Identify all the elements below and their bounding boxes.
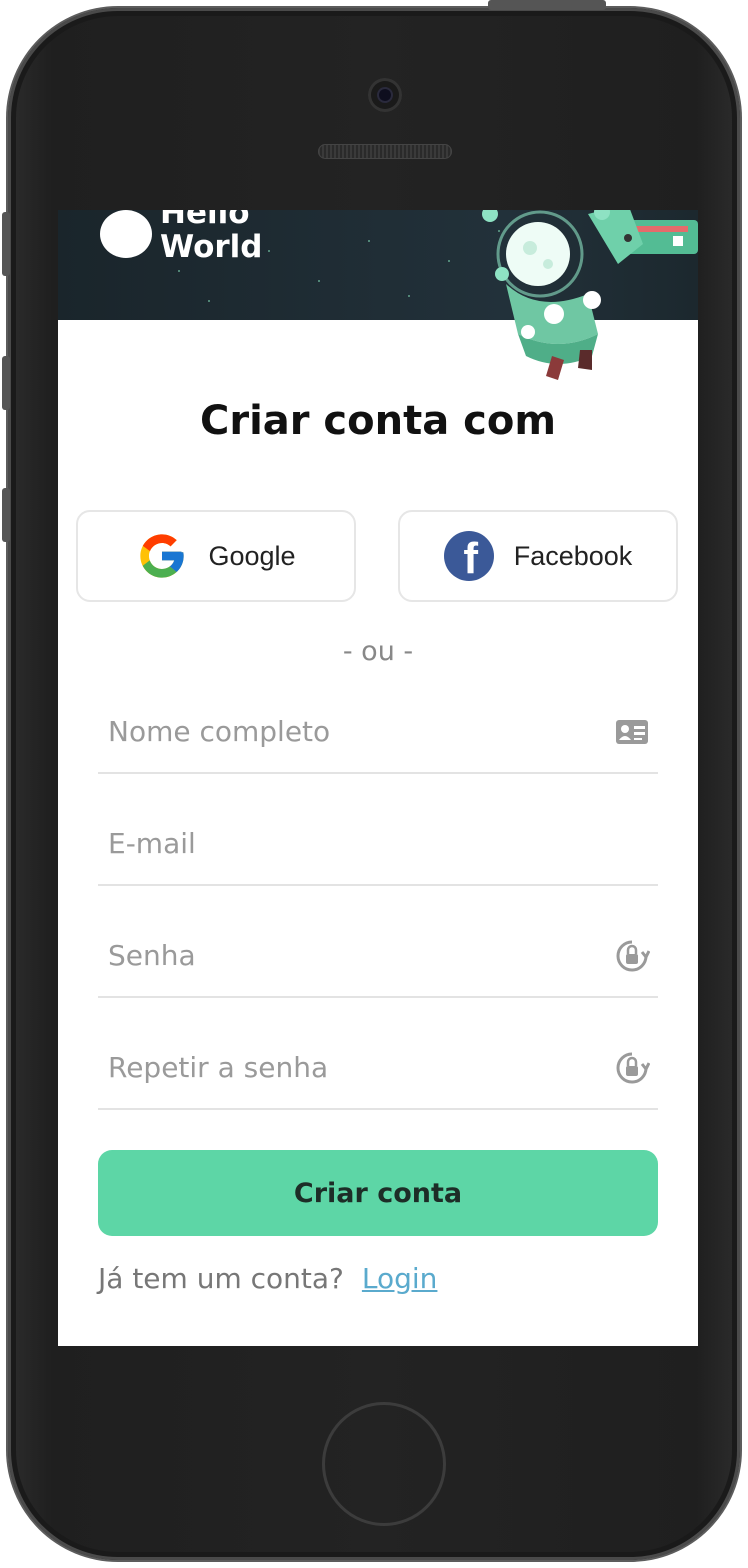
app-screen: Hello World Criar conta com Google f Fac… (58, 210, 698, 1346)
login-link[interactable]: Login (362, 1262, 438, 1295)
login-prompt: Já tem um conta? Login (98, 1262, 437, 1295)
repeat-password-field (98, 1036, 658, 1110)
earpiece-speaker (318, 144, 452, 159)
star-decoration (178, 270, 180, 272)
home-button[interactable] (322, 1402, 446, 1526)
id-card-icon (616, 720, 648, 744)
google-signup-button[interactable]: Google (76, 510, 356, 602)
star-decoration (208, 300, 210, 302)
star-decoration (268, 250, 270, 252)
facebook-label: Facebook (513, 540, 633, 571)
full-name-input[interactable] (108, 708, 588, 754)
google-label: Google (208, 540, 296, 571)
star-decoration (318, 280, 320, 282)
logo-mark (100, 210, 152, 258)
mute-switch[interactable] (2, 212, 10, 276)
volume-down-button[interactable] (2, 488, 10, 542)
email-input[interactable] (108, 820, 588, 866)
star-decoration (448, 260, 450, 262)
star-decoration (368, 240, 370, 242)
logo-line-2: World (160, 229, 263, 265)
lock-icon (616, 1052, 650, 1084)
login-question: Já tem um conta? (98, 1262, 344, 1295)
lock-icon (616, 940, 650, 972)
password-input[interactable] (108, 932, 588, 978)
google-icon (140, 534, 185, 578)
logo-line-1: Hello (160, 210, 250, 231)
volume-up-button[interactable] (2, 356, 10, 410)
repeat-password-input[interactable] (108, 1044, 588, 1090)
front-camera (368, 78, 402, 112)
password-field (98, 924, 658, 998)
divider-text: - ou - (342, 636, 414, 667)
facebook-icon: f (443, 531, 494, 581)
facebook-signup-button[interactable]: f Facebook (398, 510, 678, 602)
power-button[interactable] (488, 0, 606, 10)
astronaut-illustration (482, 210, 698, 380)
page-title: Criar conta com (199, 398, 556, 444)
create-account-button[interactable]: Criar conta (98, 1150, 658, 1236)
logo-text: Hello World (160, 210, 263, 264)
email-field (98, 812, 658, 886)
star-decoration (408, 295, 410, 297)
full-name-field (98, 700, 658, 774)
